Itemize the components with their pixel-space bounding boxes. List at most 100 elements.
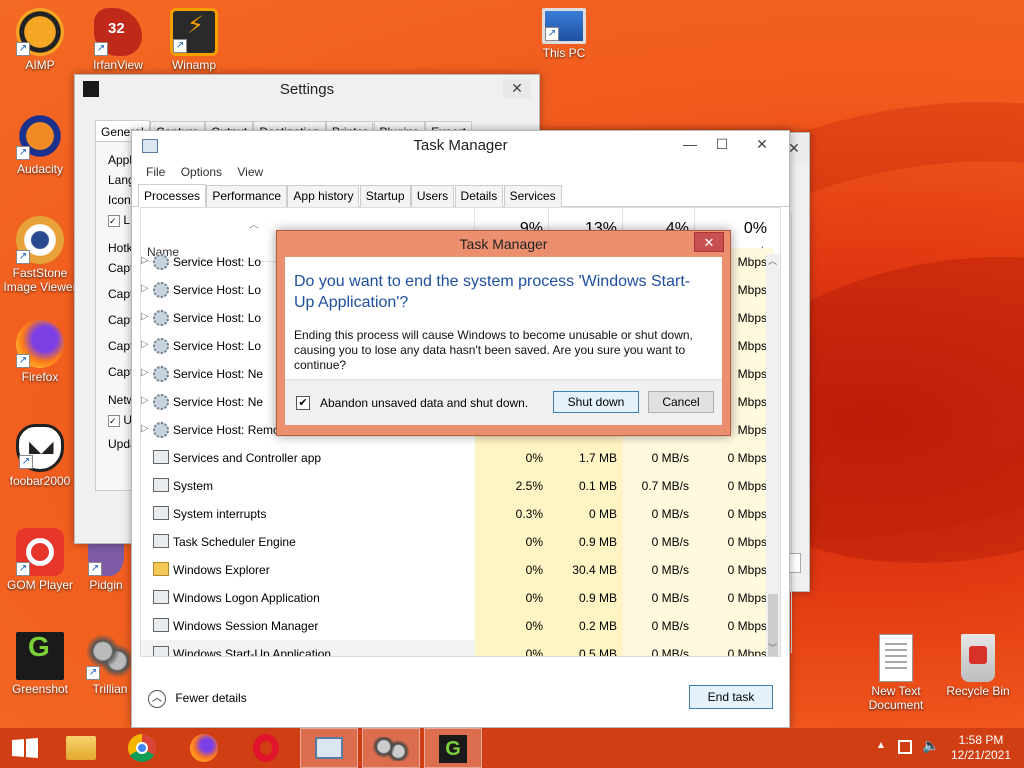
tab-processes[interactable]: Processes xyxy=(138,184,207,207)
desktop-icon-foobar[interactable]: ◣◢ ↗ foobar2000 xyxy=(2,424,78,488)
disk-cell: 0 MB/s xyxy=(623,640,695,656)
app-window-icon xyxy=(153,534,169,548)
app-window-icon xyxy=(153,590,169,604)
gear-icon xyxy=(153,310,169,326)
menu-options[interactable]: Options xyxy=(175,161,228,183)
tab-details[interactable]: Details xyxy=(454,185,504,207)
trillian-icon xyxy=(373,737,409,761)
maximize-icon[interactable]: ☐ xyxy=(707,135,737,155)
scrollbar[interactable]: ︿ ﹀ xyxy=(766,254,780,656)
show-hidden-icons-icon[interactable]: ▲ xyxy=(876,740,886,751)
clock[interactable]: 1:58 PM 12/21/2021 xyxy=(946,733,1016,763)
desktop-icon-greenshot[interactable]: G Greenshot xyxy=(2,632,78,696)
network-cell: 0 Mbps xyxy=(695,556,773,584)
expand-arrow-icon[interactable]: ▷ xyxy=(141,255,149,266)
desktop-icon-label: Firefox xyxy=(21,370,59,384)
sort-chevron-icon[interactable]: ︿ xyxy=(249,216,259,231)
close-icon[interactable]: ✕ xyxy=(747,135,777,155)
table-row[interactable]: System interrupts 0.3% 0 MB 0 MB/s 0 Mbps xyxy=(141,500,773,528)
dialog-heading: Do you want to end the system process 'W… xyxy=(294,273,691,311)
disk-cell: 0 MB/s xyxy=(623,556,695,584)
cpu-cell: 0% xyxy=(475,640,549,656)
end-task-button[interactable]: End task xyxy=(689,685,773,709)
expand-arrow-icon[interactable]: ▷ xyxy=(141,283,149,294)
close-icon[interactable]: ✕ xyxy=(503,79,531,99)
abandon-checkbox[interactable]: ✔ xyxy=(296,396,310,410)
desktop-icon-recycle-bin[interactable]: Recycle Bin xyxy=(940,634,1016,698)
desktop-icon-this-pc[interactable]: ↗ This PC xyxy=(526,8,602,60)
taskbar-opera[interactable] xyxy=(238,728,296,768)
network-cell: 0 Mbps xyxy=(695,444,773,472)
tab-users[interactable]: Users xyxy=(410,185,455,207)
process-name: Services and Controller app xyxy=(173,451,322,465)
tab-services[interactable]: Services xyxy=(503,185,562,207)
taskbar-file-explorer[interactable] xyxy=(52,728,110,768)
text-file-icon xyxy=(879,634,913,682)
tab-performance[interactable]: Performance xyxy=(206,185,288,207)
expand-arrow-icon[interactable]: ▷ xyxy=(141,395,149,406)
memory-cell: 1.7 MB xyxy=(549,444,623,472)
minimize-icon[interactable]: — xyxy=(675,135,705,155)
desktop-icon-label: AIMP xyxy=(25,58,55,72)
desktop-icon-gom[interactable]: ↗ GOM Player xyxy=(2,528,78,592)
file-explorer-icon xyxy=(66,736,96,760)
expand-arrow-icon[interactable]: ▷ xyxy=(141,423,149,434)
table-row[interactable]: Windows Start-Up Application 0% 0.5 MB 0 MB… xyxy=(141,640,773,656)
memory-cell: 0.9 MB xyxy=(549,584,623,612)
start-button[interactable] xyxy=(0,728,58,768)
cancel-button[interactable]: Cancel xyxy=(648,391,714,413)
table-row[interactable]: Task Scheduler Engine 0% 0.9 MB 0 MB/s 0 Mbp… xyxy=(141,528,773,556)
fewer-details-label: Fewer details xyxy=(175,691,247,705)
tab-startup[interactable]: Startup xyxy=(359,185,411,207)
desktop-icon-firefox[interactable]: ↗ Firefox xyxy=(2,320,78,384)
firefox-icon: ↗ xyxy=(16,320,64,368)
desktop-icon-faststone[interactable]: ↗ FastStone Image Viewer xyxy=(0,216,80,294)
desktop-icon-winamp[interactable]: ⚡ ↗ Winamp xyxy=(156,8,232,72)
task-manager-app-icon xyxy=(142,139,158,153)
memory-cell: 0.5 MB xyxy=(549,640,623,656)
menu-file[interactable]: File xyxy=(140,161,171,183)
app-window-icon xyxy=(153,646,169,656)
desktop-icon-audacity[interactable]: ↗ Audacity xyxy=(2,112,78,176)
network-icon[interactable] xyxy=(898,740,912,754)
gear-icon xyxy=(153,366,169,382)
table-row[interactable]: System 2.5% 0.1 MB 0.7 MB/s 0 Mbps xyxy=(141,472,773,500)
tab-app-history[interactable]: App history xyxy=(287,185,360,207)
expand-arrow-icon[interactable]: ▷ xyxy=(141,367,149,378)
taskbar-firefox[interactable] xyxy=(176,728,234,768)
abandon-checkbox-label[interactable]: Abandon unsaved data and shut down. xyxy=(320,396,528,410)
shut-down-button[interactable]: Shut down xyxy=(553,391,639,413)
close-icon[interactable]: ✕ xyxy=(694,232,724,252)
network-cell: 0 Mbps xyxy=(695,500,773,528)
folder-icon xyxy=(153,562,169,576)
scroll-up-icon[interactable]: ︿ xyxy=(768,254,777,267)
taskbar-task-manager[interactable] xyxy=(300,728,358,768)
volume-icon[interactable]: 🔈 xyxy=(922,737,939,754)
expand-arrow-icon[interactable]: ▷ xyxy=(141,339,149,350)
desktop-icon-label: Recycle Bin xyxy=(946,684,1010,698)
table-row[interactable]: Services and Controller app 0% 1.7 MB 0 MB/… xyxy=(141,444,773,472)
gear-icon xyxy=(153,254,169,270)
taskbar-trillian[interactable] xyxy=(362,728,420,768)
desktop-icon-irfanview[interactable]: 32 ↗ IrfanView xyxy=(80,8,156,72)
table-row[interactable]: Windows Session Manager 0% 0.2 MB 0 MB/s 0 M… xyxy=(141,612,773,640)
fewer-details-button[interactable]: ︿ Fewer details xyxy=(148,687,247,709)
memory-cell: 0 MB xyxy=(549,500,623,528)
desktop-icon-aimp[interactable]: ↗ AIMP xyxy=(2,8,78,72)
recycle-bin-icon xyxy=(961,634,995,682)
table-row[interactable]: Windows Logon Application 0% 0.9 MB 0 MB/s 0… xyxy=(141,584,773,612)
app-window-icon xyxy=(153,478,169,492)
trillian-icon: ↗ xyxy=(86,632,134,680)
faststone-icon: ↗ xyxy=(16,216,64,264)
desktop-icon-new-text-document[interactable]: New Text Document xyxy=(858,634,934,712)
computer-icon: ↗ xyxy=(542,8,586,44)
expand-arrow-icon[interactable]: ▷ xyxy=(141,311,149,322)
taskbar-chrome[interactable] xyxy=(114,728,172,768)
cpu-cell: 2.5% xyxy=(475,472,549,500)
scroll-down-icon[interactable]: ﹀ xyxy=(768,641,777,654)
menu-view[interactable]: View xyxy=(231,161,269,183)
table-row[interactable]: Windows Explorer 0% 30.4 MB 0 MB/s 0 Mbps xyxy=(141,556,773,584)
desktop-icon-label: GOM Player xyxy=(6,578,73,592)
process-name: Service Host: Ne xyxy=(173,367,264,381)
taskbar-greenshot[interactable]: G xyxy=(424,728,482,768)
